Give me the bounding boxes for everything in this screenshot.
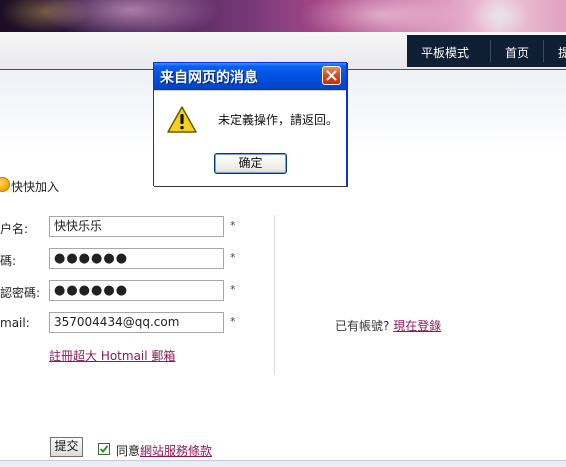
- username-label: 户名:: [0, 222, 29, 236]
- ok-button[interactable]: 确定: [214, 153, 287, 174]
- dialog-body: 未定義操作，請返回。 确定: [154, 90, 346, 186]
- dialog-message: 未定義操作，請返回。: [218, 113, 339, 127]
- dialog-title: 来自网页的消息: [160, 70, 258, 86]
- confirm-password-field[interactable]: ●●●●●●: [49, 280, 224, 301]
- password-field[interactable]: ●●●●●●: [49, 248, 224, 269]
- nav-item-home[interactable]: 首页: [505, 44, 529, 61]
- close-icon: [326, 70, 337, 81]
- nav-item-tablet-mode[interactable]: 平板模式: [421, 44, 469, 61]
- nav-separator: [543, 40, 544, 62]
- required-mark: *: [230, 251, 236, 264]
- hotmail-signup-link[interactable]: 註冊超大 Hotmail 郵箱: [49, 347, 175, 364]
- terms-link[interactable]: 網站服務條款: [140, 444, 212, 458]
- required-mark: *: [230, 219, 236, 232]
- nav-separator: [490, 40, 491, 62]
- confirm-password-label: 認密碼:: [0, 286, 41, 300]
- submit-button[interactable]: 提交: [50, 437, 83, 457]
- password-label: 碼:: [0, 254, 17, 268]
- dialog-titlebar[interactable]: 来自网页的消息: [154, 63, 346, 90]
- smile-icon: [0, 177, 10, 192]
- check-icon: [99, 445, 109, 453]
- username-field[interactable]: 快快乐乐: [49, 216, 224, 237]
- login-now-link[interactable]: 現在登錄: [393, 319, 441, 333]
- warning-icon: [167, 106, 197, 133]
- column-divider: [274, 215, 275, 375]
- quick-join-label: 快快加入: [11, 180, 60, 194]
- top-nav: 平板模式 首页 提: [407, 35, 566, 67]
- existing-account-prompt: 已有帳號?: [335, 319, 390, 333]
- agree-prefix: 同意: [116, 444, 141, 458]
- existing-account: 已有帳號? 現在登錄: [335, 317, 441, 334]
- required-mark: *: [230, 315, 236, 328]
- required-mark: *: [230, 283, 236, 296]
- close-button[interactable]: [322, 66, 341, 85]
- nav-item-partial[interactable]: 提: [558, 44, 566, 61]
- agree-checkbox[interactable]: [98, 443, 110, 455]
- alert-dialog: 来自网页的消息 未定義操作，請返回。 确定: [153, 62, 347, 186]
- header-banner: [0, 0, 566, 32]
- email-field[interactable]: 357004434@qq.com: [49, 312, 224, 333]
- agree-text: 同意網站服務條款: [116, 442, 212, 459]
- email-label: mail:: [0, 316, 30, 330]
